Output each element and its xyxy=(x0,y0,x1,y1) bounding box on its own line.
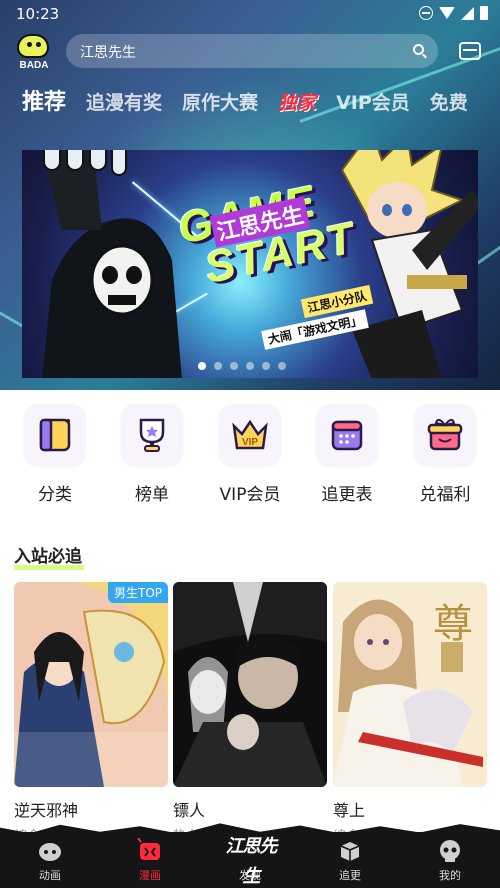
svg-text:VIP: VIP xyxy=(242,437,258,448)
trophy-icon xyxy=(121,404,183,466)
mail-icon[interactable] xyxy=(459,42,481,60)
comic-card[interactable]: 镖人 热血 历史 xyxy=(173,582,327,844)
nav-label: 追更 xyxy=(339,869,361,882)
gift-icon xyxy=(414,404,476,466)
quick-item-ranking[interactable]: 榜单 xyxy=(107,404,197,505)
carousel-dot[interactable] xyxy=(230,362,238,370)
quick-label: 兑福利 xyxy=(419,485,471,505)
rank-badge: 男生TOP xyxy=(107,582,168,603)
search-icon[interactable] xyxy=(413,44,424,55)
comic-cover[interactable] xyxy=(173,582,327,787)
calendar-icon xyxy=(316,404,378,466)
carousel-dot[interactable] xyxy=(262,362,270,370)
category-tabs: 推荐 追漫有奖 原作大赛 独家 VIP会员 免费 xyxy=(22,84,468,116)
wifi-icon xyxy=(439,7,455,19)
nav-item-comic[interactable]: 漫画 xyxy=(110,837,190,883)
quick-label: VIP会员 xyxy=(219,485,281,505)
vip-crown-icon: VIP xyxy=(219,404,281,466)
tab-recommend[interactable]: 推荐 xyxy=(22,84,66,116)
carousel-dot[interactable] xyxy=(198,362,206,370)
comic-card[interactable]: 男生TOP 逆天邪神 综合 xyxy=(14,582,168,844)
logo-mascot-icon xyxy=(17,34,49,58)
comic-icon xyxy=(137,837,163,864)
quick-item-schedule[interactable]: 追更表 xyxy=(302,404,392,505)
carousel-dot[interactable] xyxy=(278,362,286,370)
nav-label: 我的 xyxy=(439,869,461,882)
search-text: 江思先生 xyxy=(80,45,136,61)
category-icon xyxy=(24,404,86,466)
section-title: 入站必追 xyxy=(14,542,84,570)
quick-label: 追更表 xyxy=(321,485,373,505)
quick-item-category[interactable]: 分类 xyxy=(10,404,100,505)
comic-cover[interactable]: 男生TOP xyxy=(14,582,168,787)
comic-title: 镖人 xyxy=(173,801,206,820)
comic-cover[interactable]: 尊 xyxy=(333,582,487,787)
carousel-dot[interactable] xyxy=(214,362,222,370)
nav-item-follow[interactable]: 追更 xyxy=(310,838,390,883)
search-bar[interactable]: 江思先生 xyxy=(66,34,438,68)
logo-text: BADA xyxy=(19,60,49,71)
tab-exclusive[interactable]: 独家 xyxy=(278,88,316,115)
do-not-disturb-icon xyxy=(419,6,433,20)
promo-banner[interactable]: GAME START 江思先生 江思小分队 大闹「游戏文明」 xyxy=(22,150,478,378)
carousel-indicator xyxy=(198,362,286,370)
quick-item-vip[interactable]: VIP VIP会员 xyxy=(205,404,295,505)
carousel-dot[interactable] xyxy=(246,362,254,370)
status-bar: 10:23 xyxy=(0,0,500,28)
comic-title: 尊上 xyxy=(333,801,366,820)
profile-skull-icon xyxy=(437,838,463,864)
app-logo[interactable]: BADA xyxy=(14,32,54,72)
nav-label: 漫画 xyxy=(139,869,161,882)
reaper-character-illustration xyxy=(42,150,182,378)
nav-item-anime[interactable]: 动画 xyxy=(10,838,90,883)
tab-vip[interactable]: VIP会员 xyxy=(336,88,410,115)
hero-header: 10:23 BADA 江思先生 推荐 追漫有奖 原作大赛 独家 VIP会员 免费 xyxy=(0,0,500,390)
comic-card[interactable]: 尊 尊上 综合 xyxy=(333,582,487,844)
comic-title: 逆天邪神 xyxy=(14,801,79,820)
quick-label: 分类 xyxy=(38,485,72,505)
nav-label: 动画 xyxy=(39,869,61,882)
svg-text:尊: 尊 xyxy=(433,601,473,647)
status-time: 10:23 xyxy=(16,5,60,23)
center-brand-logo[interactable]: 江思先生 xyxy=(218,832,284,887)
quick-label: 榜单 xyxy=(135,485,169,505)
battery-icon xyxy=(480,6,488,20)
bottom-nav: 动画 漫画 发现 江思先生 追更 我的 xyxy=(0,823,500,888)
quick-item-rewards[interactable]: 兑福利 xyxy=(400,404,490,505)
nav-item-profile[interactable]: 我的 xyxy=(410,838,490,883)
signal-icon xyxy=(461,6,474,20)
anime-icon xyxy=(37,838,63,864)
follow-box-icon xyxy=(337,838,363,864)
tab-follow-reward[interactable]: 追漫有奖 xyxy=(86,88,162,115)
tab-free[interactable]: 免费 xyxy=(430,88,468,115)
tab-original-contest[interactable]: 原作大赛 xyxy=(182,88,258,115)
quick-menu: 分类 榜单 VIP VIP会员 追更表 兑福利 xyxy=(0,404,500,505)
